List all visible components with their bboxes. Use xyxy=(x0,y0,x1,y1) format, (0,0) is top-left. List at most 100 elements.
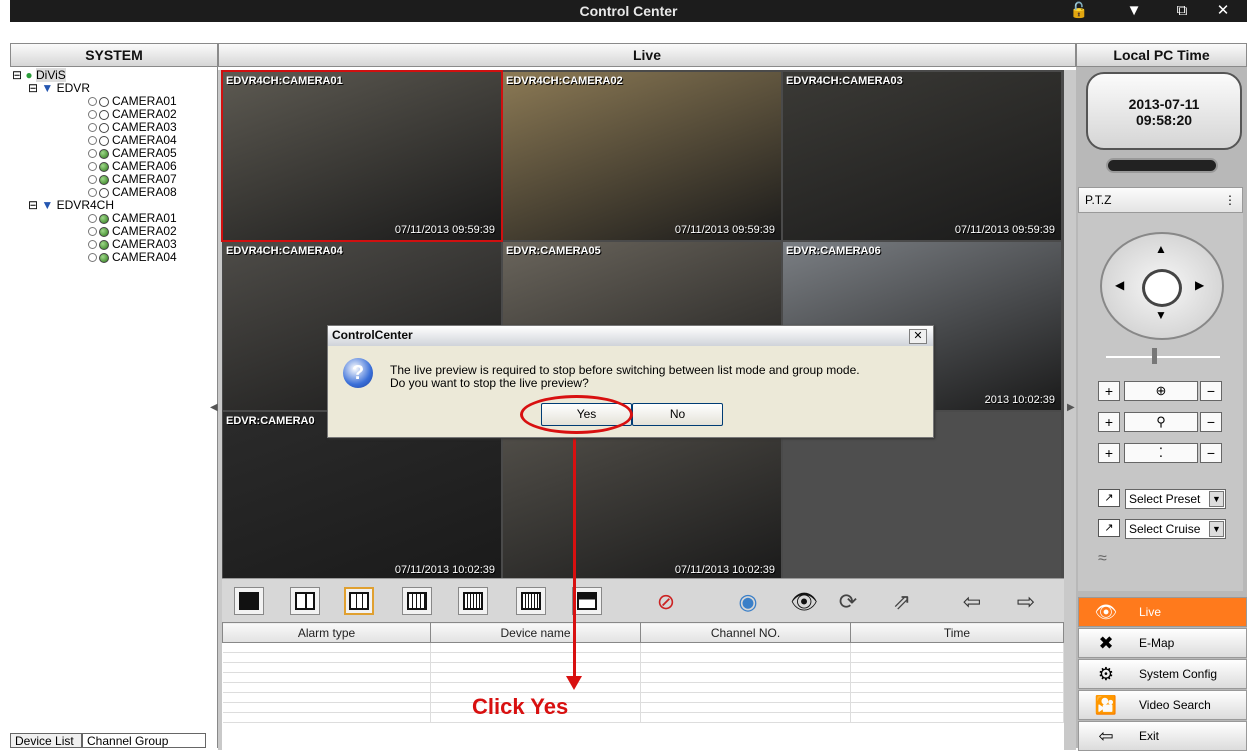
nav-item-video-search[interactable]: 🎦 Video Search xyxy=(1078,690,1247,720)
camera-cell[interactable]: EDVR4CH:CAMERA02 07/11/2013 09:59:39 xyxy=(503,72,781,240)
ptz-menu-icon[interactable]: ⋮ xyxy=(1224,188,1236,212)
tree-group-edvr4ch[interactable]: ⊟ ▼ EDVR4CH xyxy=(28,199,114,212)
stop-record-icon[interactable]: ⊘ xyxy=(650,587,682,617)
camera-cell[interactable]: EDVR4CH:CAMERA01 07/11/2013 09:59:39 xyxy=(221,70,503,242)
camera-label: CAMERA06 xyxy=(112,159,177,173)
camera-status-icon xyxy=(99,239,109,250)
collapse-icon[interactable]: ⊟ xyxy=(28,81,38,95)
col-device-name[interactable]: Device name xyxy=(430,622,641,643)
layout-custom-button[interactable] xyxy=(572,587,602,615)
camera-cell[interactable]: EDVR4CH:CAMERA03 07/11/2013 09:59:39 xyxy=(783,72,1061,240)
no-button[interactable]: No xyxy=(632,403,723,426)
nav-item-system-config[interactable]: ⚙ System Config xyxy=(1078,659,1247,689)
camera-status-icon xyxy=(99,226,109,237)
speed-slider-track[interactable] xyxy=(1106,356,1220,358)
camera-status-icon xyxy=(99,252,109,263)
camera-status-icon xyxy=(99,148,109,159)
nav-item-exit[interactable]: ⇦ Exit xyxy=(1078,721,1247,751)
col-alarm-type[interactable]: Alarm type xyxy=(222,622,431,643)
zoom-out-button[interactable]: − xyxy=(1200,381,1222,401)
preset-icon[interactable]: ↗ xyxy=(1098,489,1120,507)
layout-16-button[interactable] xyxy=(402,587,432,615)
table-row[interactable] xyxy=(222,642,1064,653)
table-cell xyxy=(222,672,431,683)
table-row[interactable] xyxy=(222,652,1064,663)
layout-1-button[interactable] xyxy=(234,587,264,615)
camera-small-icon xyxy=(88,214,97,224)
camera-label: CAMERA01 xyxy=(112,94,177,108)
camera-label: CAMERA01 xyxy=(112,211,177,225)
table-row[interactable] xyxy=(222,702,1064,713)
table-cell xyxy=(640,652,851,663)
ptz-header[interactable]: P.T.Z ⋮ xyxy=(1078,187,1243,213)
layout-4-button[interactable] xyxy=(290,587,320,615)
ptz-left-icon[interactable]: ◀ xyxy=(1115,278,1124,292)
preset-select[interactable]: Select Preset ▼ xyxy=(1125,489,1226,509)
zoom-in-button[interactable]: + xyxy=(1098,381,1120,401)
bottom-tabs: Device List Channel Group xyxy=(10,733,218,748)
cruise-icon[interactable]: ↗ xyxy=(1098,519,1120,537)
camera-status-icon xyxy=(99,187,109,198)
tab-channel-group[interactable]: Channel Group xyxy=(82,733,206,748)
ptz-up-icon[interactable]: ▲ xyxy=(1155,242,1167,256)
ptz-down-icon[interactable]: ▼ xyxy=(1155,308,1167,322)
focus-out-button[interactable]: − xyxy=(1200,412,1222,432)
camera-cell-timestamp: 07/11/2013 10:02:39 xyxy=(394,564,495,576)
ptz-label: P.T.Z xyxy=(1085,193,1112,207)
table-row[interactable] xyxy=(222,712,1064,723)
table-cell xyxy=(850,662,1064,673)
table-row[interactable] xyxy=(222,662,1064,673)
camera-status-icon xyxy=(99,135,109,146)
table-row[interactable] xyxy=(222,672,1064,683)
tree-camera[interactable]: CAMERA04 xyxy=(88,251,177,264)
camera-small-icon xyxy=(88,227,97,237)
tree-group-edvr[interactable]: ⊟ ▼ EDVR xyxy=(28,82,90,95)
camera-label: CAMERA02 xyxy=(112,224,177,238)
camera-cell-timestamp: 07/11/2013 09:59:39 xyxy=(954,224,1055,236)
close-icon[interactable]: ✕ xyxy=(1211,1,1235,21)
confirm-dialog: ControlCenter ✕ ? The live preview is re… xyxy=(327,325,934,438)
nav-item-live[interactable]: 👁 Live xyxy=(1078,597,1247,627)
dialog-close-icon[interactable]: ✕ xyxy=(909,329,927,344)
stop-preview-icon[interactable]: 👁 xyxy=(788,587,820,617)
dropdown-arrow-icon[interactable]: ▼ xyxy=(1209,521,1224,537)
iris-open-button[interactable]: + xyxy=(1098,443,1120,463)
layout-9-button[interactable] xyxy=(344,587,374,615)
snapshot-icon[interactable]: ◉ xyxy=(732,587,764,617)
restore-icon[interactable]: ⧉ xyxy=(1170,1,1194,21)
speed-slider-thumb[interactable] xyxy=(1152,348,1157,364)
collapse-icon[interactable]: ⊟ xyxy=(28,198,38,212)
camera-small-icon xyxy=(88,188,97,198)
col-time[interactable]: Time xyxy=(850,622,1064,643)
collapse-left-icon[interactable]: ◀ xyxy=(210,402,218,413)
wiper-icon[interactable]: ≈ xyxy=(1098,550,1107,568)
table-cell xyxy=(640,682,851,693)
col-channel-no[interactable]: Channel NO. xyxy=(640,622,851,643)
dropdown-arrow-icon[interactable]: ▼ xyxy=(1209,491,1224,507)
ptz-right-icon[interactable]: ▶ xyxy=(1195,278,1204,292)
layout-36-button[interactable] xyxy=(516,587,546,615)
local-time-header: Local PC Time xyxy=(1076,43,1247,67)
switch-icon[interactable]: ⇗ xyxy=(886,587,918,617)
next-page-icon[interactable]: ⇨ xyxy=(1010,587,1042,617)
minimize-icon[interactable]: ▼ xyxy=(1122,1,1146,21)
iris-close-button[interactable]: − xyxy=(1200,443,1222,463)
collapse-right-icon[interactable]: ▶ xyxy=(1067,402,1075,413)
layout-25-button[interactable] xyxy=(458,587,488,615)
camera-small-icon xyxy=(88,253,97,263)
table-cell xyxy=(850,642,1064,653)
cruise-select[interactable]: Select Cruise ▼ xyxy=(1125,519,1226,539)
refresh-icon[interactable]: ⟳ xyxy=(832,587,864,617)
table-row[interactable] xyxy=(222,692,1064,703)
ptz-center-button[interactable] xyxy=(1142,269,1182,307)
camera-status-icon xyxy=(99,96,109,107)
camera-cell-timestamp: 07/11/2013 09:59:39 xyxy=(394,224,495,236)
focus-in-button[interactable]: + xyxy=(1098,412,1120,432)
nav-item-e-map[interactable]: ✖ E-Map xyxy=(1078,628,1247,658)
collapse-icon[interactable]: ⊟ xyxy=(12,68,22,82)
tab-device-list[interactable]: Device List xyxy=(10,733,82,748)
table-row[interactable] xyxy=(222,682,1064,693)
prev-page-icon[interactable]: ⇦ xyxy=(956,587,988,617)
lock-icon[interactable]: 🔓 xyxy=(1067,1,1091,21)
camera-cell-label: EDVR:CAMERA0 xyxy=(226,415,315,427)
